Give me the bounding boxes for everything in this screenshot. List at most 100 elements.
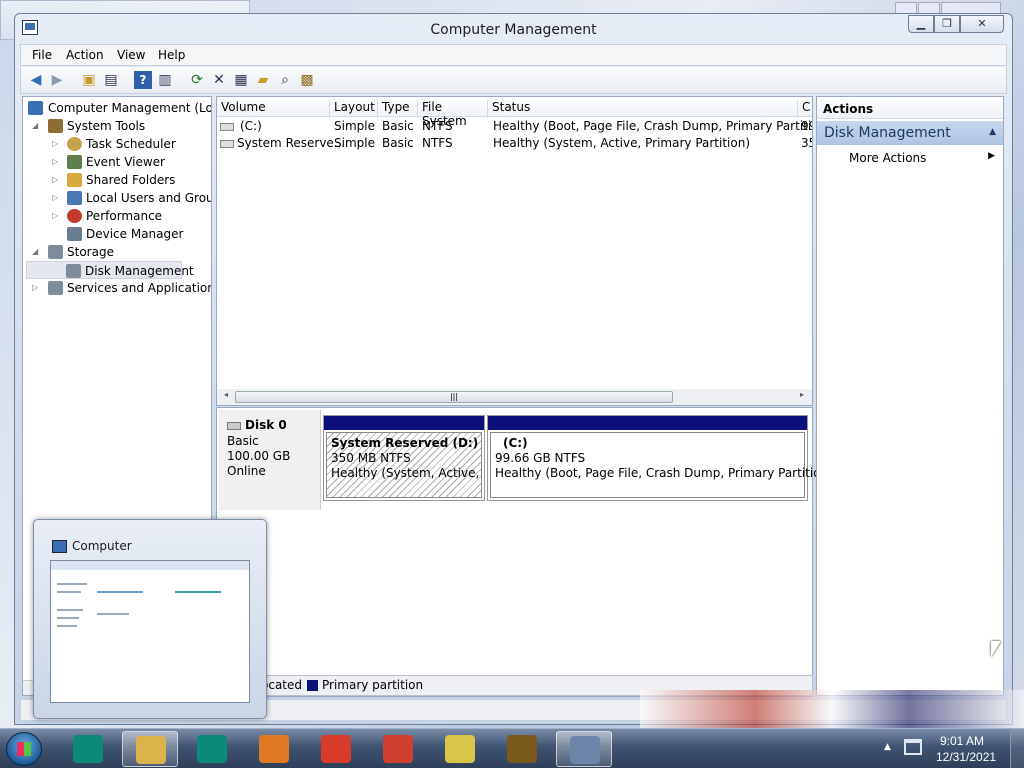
title-bar[interactable]: Computer Management ▁ ❐ ✕: [15, 14, 1012, 44]
vpn-lock-icon: [507, 735, 537, 763]
column-volume[interactable]: Volume: [217, 100, 329, 118]
volume-horizontal-scrollbar[interactable]: ◂ ||| ▸: [217, 389, 812, 405]
tree-item-disk-management[interactable]: Disk Management: [26, 261, 194, 279]
menu-file[interactable]: File: [32, 48, 52, 62]
preview-image: [50, 560, 250, 703]
computer-icon: [52, 540, 67, 553]
credit-agricole-icon-2: [197, 735, 227, 763]
gmail-icon: [383, 735, 413, 763]
menu-help[interactable]: Help: [158, 48, 185, 62]
taskbar: ▲ 9:01 AM 12/31/2021: [0, 728, 1024, 768]
credit-agricole-icon: [73, 735, 103, 763]
shared-folder-icon: [67, 173, 82, 187]
minimize-button[interactable]: ▁: [908, 15, 934, 33]
partition-name: System Reserved (D:): [331, 436, 479, 450]
expand-icon[interactable]: ▷: [52, 189, 61, 207]
actions-section-disk-management[interactable]: Disk Management ▲: [817, 121, 1003, 145]
chrome-icon: [321, 735, 351, 763]
drive-icon: [220, 140, 234, 148]
show-hidden-icons[interactable]: ▲: [884, 742, 891, 752]
partition-status: Healthy (Boot, Page File, Crash Dump, Pr…: [495, 466, 833, 480]
partition-system-reserved[interactable]: System Reserved (D:) 350 MB NTFS Healthy…: [323, 415, 485, 501]
delete-icon[interactable]: ✕: [210, 71, 228, 89]
expand-icon[interactable]: ▷: [52, 153, 61, 171]
expand-icon[interactable]: ▷: [32, 279, 41, 297]
legend-unallocated: ocated: [261, 678, 302, 692]
more-actions-link[interactable]: More Actions: [849, 151, 926, 165]
expand-icon[interactable]: ▷: [52, 171, 61, 189]
drive-icon: [220, 123, 234, 131]
disk-name: Disk 0: [245, 418, 287, 432]
disk-type: Basic: [227, 434, 259, 448]
collapse-icon[interactable]: ◢: [32, 243, 41, 261]
actions-pane: Actions Disk Management ▲ More Actions ▶: [816, 96, 1004, 696]
column-status[interactable]: Status: [487, 100, 797, 118]
menu-action[interactable]: Action: [66, 48, 104, 62]
expand-icon[interactable]: ▷: [52, 207, 61, 225]
actions-section-title: Disk Management: [824, 125, 951, 141]
event-viewer-icon: [67, 155, 82, 169]
column-capacity[interactable]: C: [797, 100, 812, 118]
taskbar-button-file-explorer[interactable]: [122, 731, 178, 767]
volume-list-header: Volume Layout Type File System Status C: [217, 97, 812, 128]
partition-c[interactable]: (C:) 99.66 GB NTFS Healthy (Boot, Page F…: [487, 415, 833, 501]
clock-time[interactable]: 9:01 AM: [940, 734, 984, 748]
volume-list[interactable]: Volume Layout Type File System Status C …: [216, 96, 813, 406]
disk-size: 100.00 GB: [227, 449, 291, 463]
show-tree-icon[interactable]: ▤: [102, 71, 120, 89]
scroll-right-icon[interactable]: ▸: [795, 390, 809, 399]
back-icon[interactable]: ◀: [27, 71, 45, 89]
disk-0-info[interactable]: Disk 0 Basic 100.00 GB Online: [219, 410, 321, 510]
taskbar-preview-computer[interactable]: Computer: [33, 519, 267, 719]
taskbar-button-credit-agricole[interactable]: [60, 731, 116, 767]
start-button[interactable]: [6, 732, 42, 766]
menu-bar: File Action View Help: [20, 44, 1007, 66]
maximize-button[interactable]: ❐: [934, 15, 960, 33]
media-player-icon: [259, 735, 289, 763]
actions-header: Actions: [817, 97, 1003, 119]
taskbar-button-gmail[interactable]: [370, 731, 426, 767]
taskbar-button-chrome[interactable]: [308, 731, 364, 767]
network-icon[interactable]: [904, 739, 922, 755]
wizard-icon[interactable]: ▩: [298, 71, 316, 89]
scroll-thumb[interactable]: |||: [235, 391, 673, 403]
partition-bar: [324, 416, 484, 430]
forward-icon[interactable]: ▶: [48, 71, 66, 89]
clock-date[interactable]: 12/31/2021: [936, 750, 996, 764]
taskbar-button-sticky-notes[interactable]: [432, 731, 488, 767]
find-icon[interactable]: ⌕: [276, 71, 294, 89]
column-layout[interactable]: Layout: [329, 100, 375, 118]
collapse-caret-icon[interactable]: ▲: [989, 127, 996, 137]
storage-icon: [48, 245, 63, 259]
disk-graphical-view[interactable]: Disk 0 Basic 100.00 GB Online System Res…: [216, 407, 833, 697]
properties-icon[interactable]: ▦: [232, 71, 250, 89]
console-icon[interactable]: ▥: [156, 71, 174, 89]
refresh-icon[interactable]: ⟳: [188, 71, 206, 89]
show-desktop-button[interactable]: [1010, 729, 1024, 768]
legend-primary-swatch: [307, 680, 318, 691]
disk-state: Online: [227, 464, 266, 478]
column-type[interactable]: Type: [377, 100, 415, 118]
close-button[interactable]: ✕: [960, 15, 1004, 33]
taskbar-button-computer-management[interactable]: [556, 731, 612, 767]
legend-primary: Primary partition: [322, 678, 424, 692]
taskbar-button-media-player[interactable]: [246, 731, 302, 767]
performance-icon: [67, 209, 82, 223]
partition-size: 350 MB NTFS: [331, 451, 411, 465]
toolbar: ◀ ▶ ▣ ▤ ? ▥ ⟳ ✕ ▦ ▰ ⌕ ▩: [20, 67, 1007, 94]
submenu-arrow-icon: ▶: [988, 151, 995, 161]
services-icon: [48, 281, 63, 295]
scroll-left-icon[interactable]: ◂: [219, 390, 233, 399]
collapse-icon[interactable]: ◢: [32, 117, 41, 135]
open-icon[interactable]: ▰: [254, 71, 272, 89]
disk-icon: [227, 422, 241, 430]
users-icon: [67, 191, 82, 205]
column-file-system[interactable]: File System: [417, 100, 487, 128]
up-folder-icon[interactable]: ▣: [80, 71, 98, 89]
menu-view[interactable]: View: [117, 48, 145, 62]
expand-icon[interactable]: ▷: [52, 135, 61, 153]
computer-management-icon: [570, 736, 600, 764]
taskbar-button-vpn-lock[interactable]: [494, 731, 550, 767]
taskbar-button-credit-agricole-2[interactable]: [184, 731, 240, 767]
help-icon[interactable]: ?: [134, 71, 152, 89]
